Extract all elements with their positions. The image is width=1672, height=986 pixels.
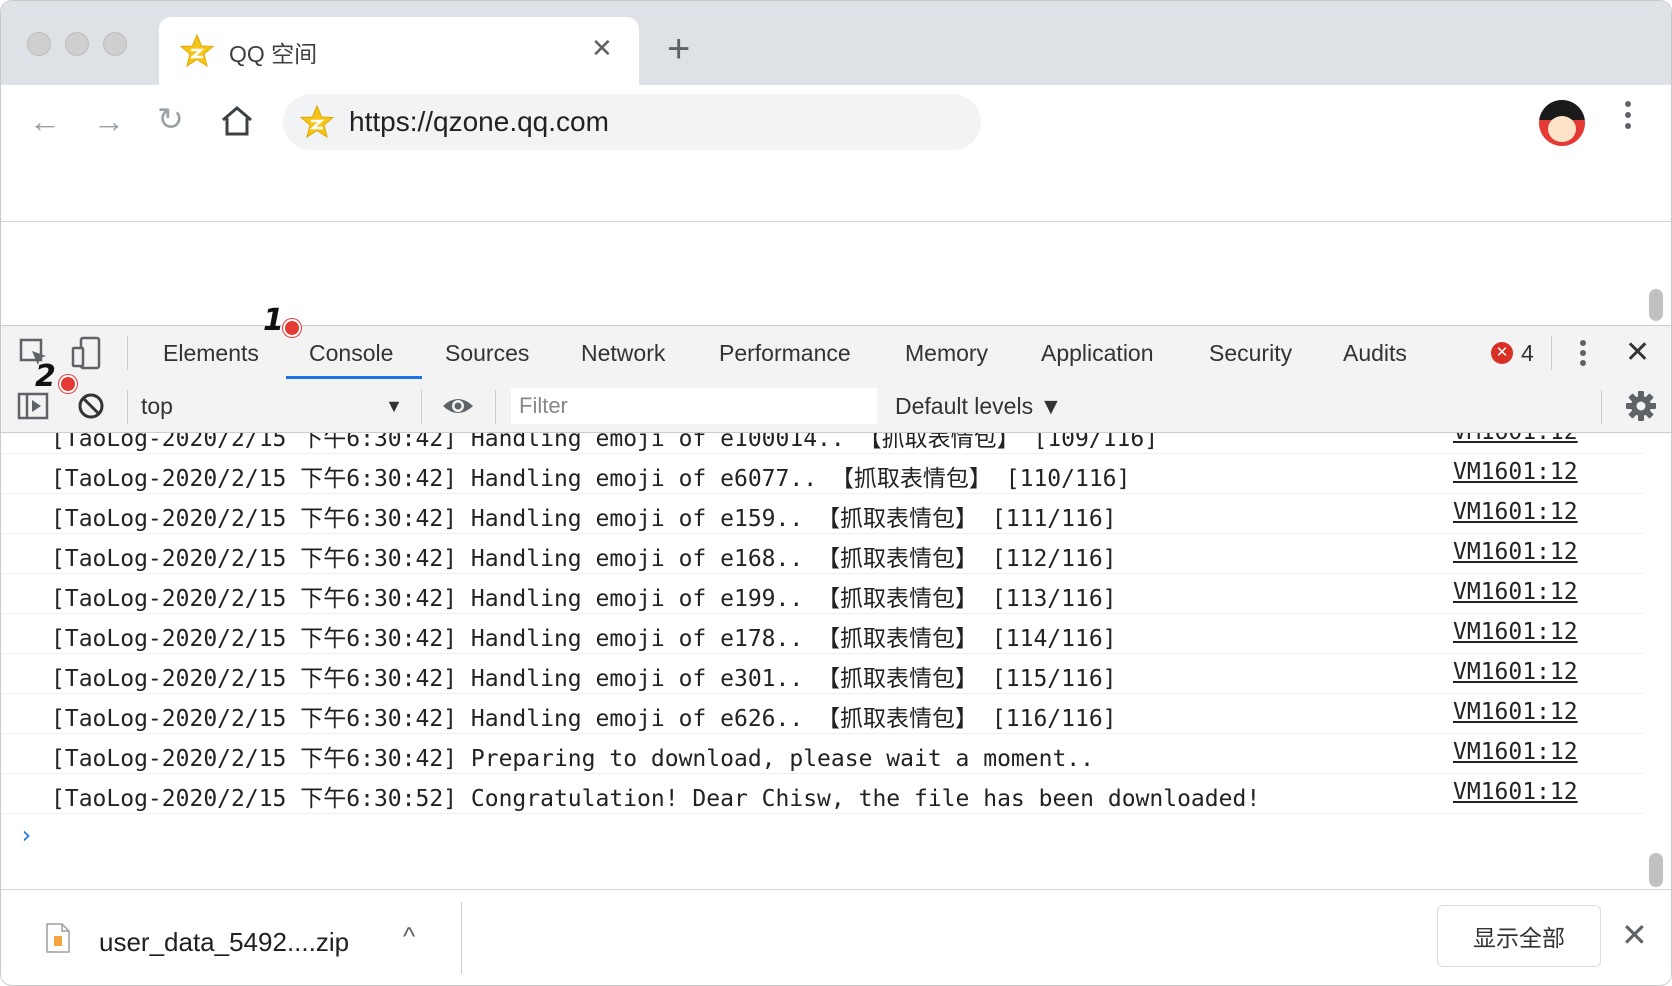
tab-security[interactable]: Security: [1209, 326, 1292, 380]
log-source-link[interactable]: VM1601:12: [1453, 659, 1578, 685]
new-tab-button[interactable]: +: [667, 29, 690, 69]
dropdown-arrow-icon: ▼: [385, 396, 403, 416]
site-star-icon: [299, 104, 335, 139]
home-icon[interactable]: [219, 105, 255, 137]
log-message: [TaoLog-2020/2/15 下午6:30:42] Handling em…: [51, 433, 1159, 452]
log-row: [TaoLog-2020/2/15 下午6:30:42] Handling em…: [1, 533, 1643, 574]
zip-file-icon: [46, 923, 70, 953]
settings-gear-icon[interactable]: [1625, 390, 1657, 422]
annotation-dot-2: [59, 375, 77, 393]
console-toolbar: top ▼ Default levels ▼: [1, 380, 1671, 433]
window-minimize-dot[interactable]: [65, 32, 89, 56]
log-row: [TaoLog-2020/2/15 下午6:30:42] Preparing t…: [1, 733, 1643, 774]
tab-application[interactable]: Application: [1041, 326, 1154, 380]
tab-network[interactable]: Network: [581, 326, 665, 380]
annotation-dot-1: [283, 319, 301, 337]
toolbar-divider: [127, 336, 128, 370]
context-selector[interactable]: top ▼: [141, 388, 403, 424]
avatar-face: [1548, 116, 1576, 142]
log-source-link[interactable]: VM1601:12: [1453, 619, 1578, 645]
annotation-marker-2: 2: [35, 359, 56, 394]
tab-audits[interactable]: Audits: [1343, 326, 1407, 380]
log-message: [TaoLog-2020/2/15 下午6:30:42] Preparing t…: [51, 746, 1094, 772]
page-scrollbar-thumb[interactable]: [1649, 289, 1663, 321]
log-row: [TaoLog-2020/2/15 下午6:30:42] Handling em…: [1, 653, 1643, 694]
log-row: [TaoLog-2020/2/15 下午6:30:52] Congratulat…: [1, 773, 1643, 814]
log-row: [TaoLog-2020/2/15 下午6:30:42] Handling em…: [1, 453, 1643, 494]
error-icon[interactable]: ✕: [1491, 342, 1513, 364]
log-source-link[interactable]: VM1601:12: [1453, 699, 1578, 725]
log-source-link[interactable]: VM1601:12: [1453, 433, 1578, 445]
toolbar-divider: [1551, 336, 1552, 370]
log-source-link[interactable]: VM1601:12: [1453, 459, 1578, 485]
toolbar-divider: [127, 390, 128, 424]
tab-elements[interactable]: Elements: [163, 326, 259, 380]
log-row: [TaoLog-2020/2/15 下午6:30:42] Handling em…: [1, 573, 1643, 614]
console-log-area: [TaoLog-2020/2/15 下午6:30:42] Handling em…: [1, 433, 1643, 889]
shelf-divider: [461, 902, 462, 974]
tab-strip: QQ 空间 ✕ +: [1, 1, 1671, 85]
forward-icon[interactable]: →: [93, 105, 125, 137]
log-message: [TaoLog-2020/2/15 下午6:30:42] Handling em…: [51, 546, 1117, 572]
tab-console[interactable]: Console: [309, 326, 393, 380]
log-message: [TaoLog-2020/2/15 下午6:30:42] Handling em…: [51, 506, 1117, 532]
console-prompt[interactable]: ›: [19, 821, 33, 849]
filter-input[interactable]: [511, 388, 877, 424]
devtools-menu-icon[interactable]: [1579, 340, 1587, 366]
toolbar-divider: [421, 390, 422, 424]
log-message: [TaoLog-2020/2/15 下午6:30:42] Handling em…: [51, 466, 1131, 492]
back-icon[interactable]: ←: [29, 105, 61, 137]
toolbar-divider: [1601, 390, 1602, 424]
page-content: [1, 222, 1671, 325]
window-close-dot[interactable]: [27, 32, 51, 56]
live-expression-eye-icon[interactable]: [441, 392, 475, 420]
download-options-chevron-icon[interactable]: ^: [403, 921, 415, 952]
log-message: [TaoLog-2020/2/15 下午6:30:42] Handling em…: [51, 666, 1117, 692]
log-levels-dropdown[interactable]: Default levels ▼: [895, 388, 1062, 424]
tab-title: QQ 空间: [229, 41, 318, 67]
log-message: [TaoLog-2020/2/15 下午6:30:42] Handling em…: [51, 706, 1117, 732]
qzone-star-icon: [179, 33, 215, 68]
browser-window: QQ 空间 ✕ + ← → ↻ https://qzone.qq.com Ele…: [0, 0, 1672, 986]
log-source-link[interactable]: VM1601:12: [1453, 779, 1578, 805]
download-file-name[interactable]: user_data_5492....zip: [99, 927, 349, 958]
console-scrollbar-thumb[interactable]: [1649, 853, 1663, 887]
tab-close-icon[interactable]: ✕: [591, 35, 613, 61]
context-value: top: [141, 393, 173, 419]
log-source-link[interactable]: VM1601:12: [1453, 579, 1578, 605]
log-source-link[interactable]: VM1601:12: [1453, 739, 1578, 765]
device-toolbar-icon[interactable]: [71, 336, 103, 370]
browser-menu-icon[interactable]: [1621, 101, 1635, 129]
clear-console-icon[interactable]: [77, 392, 105, 420]
tab-memory[interactable]: Memory: [905, 326, 988, 380]
active-tab-indicator: [286, 376, 422, 379]
log-message: [TaoLog-2020/2/15 下午6:30:42] Handling em…: [51, 626, 1117, 652]
log-message: [TaoLog-2020/2/15 下午6:30:52] Congratulat…: [51, 786, 1261, 812]
log-row: [TaoLog-2020/2/15 下午6:30:42] Handling em…: [1, 433, 1643, 454]
profile-avatar[interactable]: [1539, 100, 1585, 146]
log-row: [TaoLog-2020/2/15 下午6:30:42] Handling em…: [1, 693, 1643, 734]
log-row: [TaoLog-2020/2/15 下午6:30:42] Handling em…: [1, 493, 1643, 534]
show-all-button[interactable]: 显示全部: [1437, 905, 1601, 967]
shelf-close-icon[interactable]: ✕: [1621, 919, 1648, 951]
toolbar-divider: [495, 390, 496, 424]
tab-performance[interactable]: Performance: [719, 326, 851, 380]
url-text[interactable]: https://qzone.qq.com: [349, 106, 609, 138]
tab-sources[interactable]: Sources: [445, 326, 529, 380]
log-source-link[interactable]: VM1601:12: [1453, 539, 1578, 565]
log-message: [TaoLog-2020/2/15 下午6:30:42] Handling em…: [51, 586, 1117, 612]
reload-icon[interactable]: ↻: [157, 103, 184, 135]
devtools-tabbar: Elements Console Sources Network Perform…: [1, 325, 1671, 381]
error-count[interactable]: 4: [1521, 326, 1534, 380]
annotation-marker-1: 1: [263, 303, 284, 338]
log-source-link[interactable]: VM1601:12: [1453, 499, 1578, 525]
log-row: [TaoLog-2020/2/15 下午6:30:42] Handling em…: [1, 613, 1643, 654]
window-zoom-dot[interactable]: [103, 32, 127, 56]
show-sidebar-icon[interactable]: [17, 392, 49, 420]
devtools-close-icon[interactable]: ✕: [1625, 326, 1650, 380]
